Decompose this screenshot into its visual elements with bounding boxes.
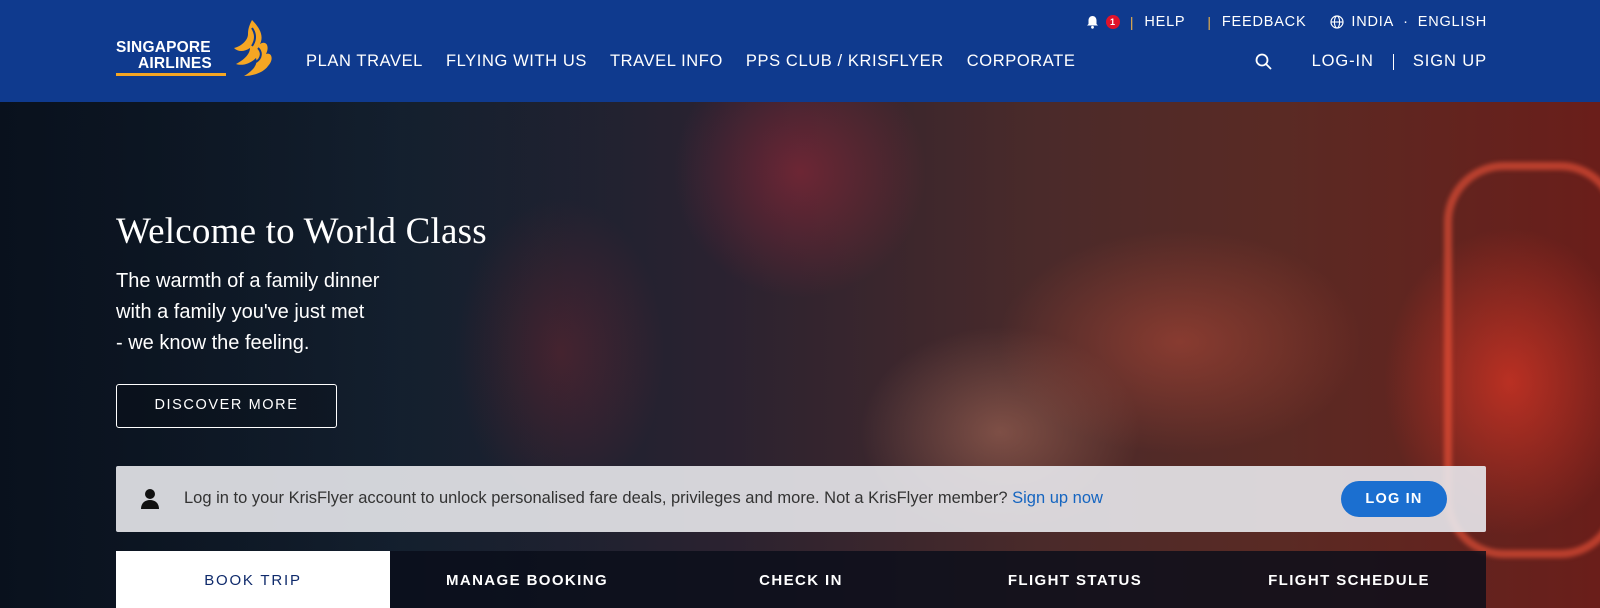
utility-bar: 1 | HELP | FEEDBACK INDIA · ENGLISH [1086, 13, 1487, 31]
login-bar-message: Log in to your KrisFlyer account to unlo… [184, 489, 1103, 508]
logo-underline [116, 73, 226, 76]
hero-subtitle-line: - we know the feeling. [116, 332, 310, 354]
bell-icon [1086, 16, 1098, 29]
nav-corporate[interactable]: CORPORATE [967, 52, 1076, 71]
globe-icon [1330, 15, 1345, 29]
hero-subtitle-line: The warmth of a family dinner [116, 270, 380, 292]
login-link[interactable]: LOG-IN [1312, 52, 1374, 71]
divider: | [1207, 14, 1212, 30]
divider [1392, 53, 1394, 70]
account-nav: LOG-IN SIGN UP [1255, 52, 1487, 71]
logo-line1: SINGAPORE [116, 39, 211, 56]
user-icon [141, 489, 159, 509]
notifications-button[interactable] [1086, 13, 1104, 31]
logo-wordmark: SINGAPORE AIRLINES [116, 40, 212, 72]
notification-badge: 1 [1105, 15, 1120, 29]
help-link[interactable]: HELP [1144, 14, 1185, 30]
tab-flight-status[interactable]: FLIGHT STATUS [938, 551, 1212, 608]
tab-check-in[interactable]: CHECK IN [664, 551, 938, 608]
signup-link[interactable]: SIGN UP [1413, 52, 1487, 71]
tab-manage-booking[interactable]: MANAGE BOOKING [390, 551, 664, 608]
krisflyer-login-bar: Log in to your KrisFlyer account to unlo… [116, 466, 1486, 532]
nav-travel-info[interactable]: TRAVEL INFO [610, 52, 723, 71]
hero-subtitle: The warmth of a family dinner with a fam… [116, 266, 456, 359]
main-nav: PLAN TRAVEL FLYING WITH US TRAVEL INFO P… [306, 52, 1098, 71]
booking-tabs: BOOK TRIP MANAGE BOOKING CHECK IN FLIGHT… [116, 551, 1486, 608]
login-bar-text: Log in to your KrisFlyer account to unlo… [184, 489, 1013, 507]
nav-plan-travel[interactable]: PLAN TRAVEL [306, 52, 423, 71]
hero-banner: Welcome to World Class The warmth of a f… [0, 102, 1600, 608]
country-selector[interactable]: INDIA [1351, 14, 1394, 30]
nav-pps-club-krisflyer[interactable]: PPS CLUB / KRISFLYER [746, 52, 944, 71]
divider: | [1129, 14, 1135, 30]
logo-line2: AIRLINES [138, 55, 212, 72]
login-button[interactable]: LOG IN [1341, 481, 1447, 517]
tab-flight-schedule[interactable]: FLIGHT SCHEDULE [1212, 551, 1486, 608]
site-header: SINGAPORE AIRLINES 1 | HELP | FEEDBACK I… [0, 0, 1600, 102]
sign-up-now-link[interactable]: Sign up now [1012, 489, 1103, 507]
separator-dot: · [1403, 14, 1409, 30]
hero-title: Welcome to World Class [116, 211, 487, 252]
tab-book-trip[interactable]: BOOK TRIP [116, 551, 390, 608]
feedback-link[interactable]: FEEDBACK [1222, 14, 1307, 30]
hero-subtitle-line: with a family you've just met [116, 301, 365, 323]
kris-bird-icon [234, 20, 272, 76]
search-icon [1255, 53, 1271, 70]
nav-flying-with-us[interactable]: FLYING WITH US [446, 52, 587, 71]
singapore-airlines-logo[interactable]: SINGAPORE AIRLINES [116, 18, 276, 80]
search-button[interactable] [1255, 53, 1272, 70]
language-selector[interactable]: ENGLISH [1418, 14, 1487, 30]
discover-more-button[interactable]: DISCOVER MORE [116, 384, 337, 428]
